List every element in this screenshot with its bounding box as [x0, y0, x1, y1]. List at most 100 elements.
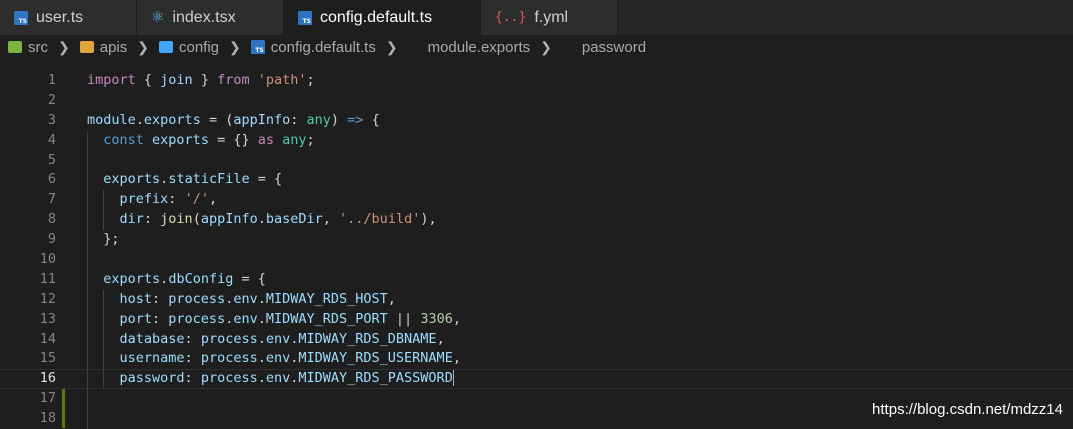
indent-guide: [87, 269, 88, 290]
code-line: 3 module.exports = (appInfo: any) => {: [0, 111, 1073, 131]
code-text: prefix: '/',: [56, 190, 218, 211]
code-text: dir: join(appInfo.baseDir, '../build'),: [56, 210, 437, 231]
token: = {}: [208, 131, 258, 148]
chevron-right-icon: ❯: [540, 38, 552, 55]
line-number: 12: [39, 290, 56, 307]
indent-guide: [87, 370, 88, 389]
code-text: host: process.env.MIDWAY_RDS_HOST,: [56, 289, 396, 310]
breadcrumb-src[interactable]: src: [8, 39, 48, 56]
code-line: 14 database: process.env.MIDWAY_RDS_DBNA…: [0, 329, 1073, 350]
tab-config-default-ts[interactable]: config.default.ts: [284, 0, 481, 35]
token: MIDWAY_RDS_PASSWORD: [298, 370, 453, 387]
token: .: [135, 111, 144, 128]
line-number: 11: [39, 270, 56, 287]
line-number: 1: [47, 72, 56, 88]
token: 'path': [257, 72, 307, 88]
token: env: [265, 350, 291, 367]
token: .: [257, 330, 266, 347]
token: ,: [387, 290, 396, 307]
token: process: [168, 310, 226, 327]
token: :: [152, 290, 169, 307]
token: =>: [347, 111, 364, 128]
line-number: 9: [47, 231, 56, 248]
token: join: [160, 211, 193, 228]
code-text: [56, 409, 88, 429]
code-line: 9 };: [0, 230, 1073, 251]
token: ,: [208, 191, 218, 208]
token: process: [168, 290, 226, 307]
code-editor[interactable]: 1 import { join } from 'path'; 2 3 modul…: [0, 71, 1073, 429]
token: env: [265, 370, 291, 387]
indent-guide: [87, 250, 88, 270]
code-text: exports.staticFile = {: [56, 170, 283, 191]
code-line-current: 16 password: process.env.MIDWAY_RDS_PASS…: [0, 369, 1073, 390]
line-number: 6: [47, 171, 56, 188]
token: = {: [249, 171, 283, 188]
typescript-file-icon: [14, 10, 28, 25]
tab-label: user.ts: [36, 8, 84, 26]
line-number: 10: [39, 251, 56, 268]
token: :: [184, 370, 201, 387]
indent-guide: [87, 409, 88, 429]
indent-guide: [103, 370, 104, 389]
token: :: [184, 350, 201, 367]
tab-user-ts[interactable]: user.ts: [0, 0, 137, 35]
code-line: 7 prefix: '/',: [0, 190, 1073, 211]
token: MIDWAY_RDS_USERNAME: [298, 350, 453, 367]
token: MIDWAY_RDS_PORT: [265, 310, 388, 327]
token: .: [257, 310, 266, 327]
token: '/': [184, 191, 209, 208]
line-number: 18: [39, 410, 56, 427]
token: .: [257, 290, 266, 307]
token: host: [119, 290, 153, 307]
code-line: 11 exports.dbConfig = {: [0, 269, 1073, 290]
breadcrumb-apis[interactable]: apis: [79, 39, 127, 56]
token: env: [233, 310, 258, 327]
indent-guide: [87, 230, 88, 251]
breadcrumb-label: config.default.ts: [270, 38, 376, 56]
tab-f-yml[interactable]: {..} f.yml: [481, 0, 618, 35]
line-number: 4: [47, 131, 56, 148]
text-cursor: [452, 370, 454, 387]
token: appInfo: [233, 111, 291, 128]
folder-config-icon: [159, 41, 173, 53]
chevron-right-icon: ❯: [137, 38, 149, 55]
indent-guide: [87, 190, 88, 211]
token: module: [87, 111, 136, 128]
breadcrumb-symbol-password[interactable]: password: [582, 39, 646, 56]
code-line: 5: [0, 150, 1073, 171]
token: {: [135, 72, 161, 88]
token: prefix: [119, 191, 169, 208]
typescript-file-icon: [250, 40, 265, 54]
token: any: [282, 131, 307, 148]
token: database: [119, 330, 185, 347]
token: exports: [143, 111, 201, 128]
token: (: [192, 211, 201, 228]
token: = {: [233, 270, 266, 287]
breadcrumb-config[interactable]: config: [159, 39, 219, 56]
code-line: 13 port: process.env.MIDWAY_RDS_PORT || …: [0, 309, 1073, 330]
chevron-right-icon: ❯: [385, 38, 398, 55]
breadcrumb-file[interactable]: config.default.ts: [250, 38, 376, 56]
breadcrumb-symbol-module-exports[interactable]: module.exports: [428, 39, 531, 56]
code-text: password: process.env.MIDWAY_RDS_PASSWOR…: [56, 370, 454, 389]
token: ||: [387, 310, 421, 327]
tab-label: config.default.ts: [320, 8, 433, 26]
token: join: [160, 72, 193, 88]
line-number: 16: [39, 370, 56, 387]
code-line: 6 exports.staticFile = {: [0, 170, 1073, 191]
token: :: [143, 211, 161, 228]
code-text: [56, 389, 88, 410]
tab-index-tsx[interactable]: ⚛ index.tsx: [137, 0, 284, 35]
line-number: 5: [47, 151, 56, 168]
code-text: port: process.env.MIDWAY_RDS_PORT || 330…: [56, 309, 461, 330]
indent-guide: [87, 210, 88, 231]
line-number: 14: [39, 330, 56, 347]
token: '../build': [339, 211, 421, 228]
token: exports: [103, 171, 161, 188]
token: ;: [306, 72, 315, 88]
token: appInfo: [200, 211, 258, 228]
